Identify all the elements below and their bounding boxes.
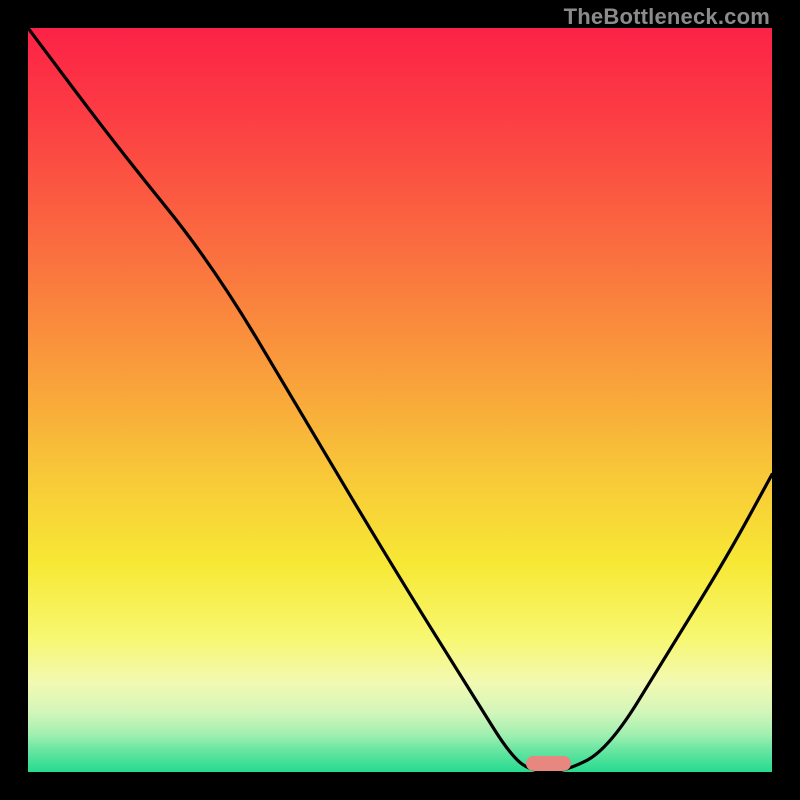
background-gradient [28,28,772,772]
plot-area [28,28,772,772]
chart-frame: TheBottleneck.com [0,0,800,800]
watermark-text: TheBottleneck.com [564,4,770,30]
optimal-marker [526,756,571,771]
